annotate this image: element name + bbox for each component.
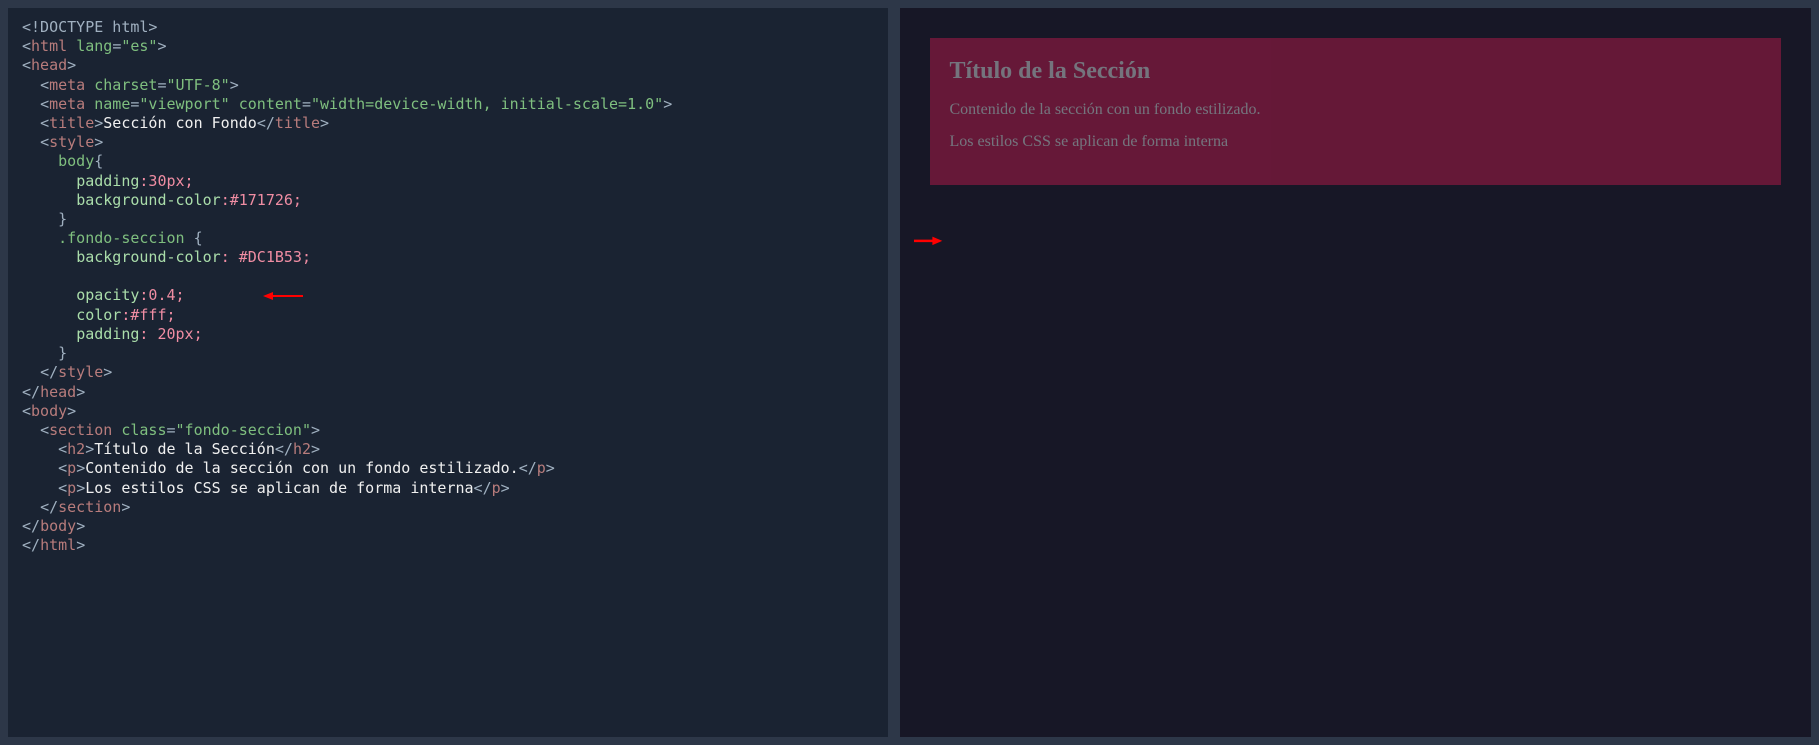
split-view: <!DOCTYPE html> <html lang="es"> <head> … [8,8,1811,737]
preview-paragraph: Los estilos CSS se aplican de forma inte… [950,133,1762,151]
annotation-arrow-icon [904,221,948,265]
code-line: <!DOCTYPE html> [22,18,157,36]
preview-heading: Título de la Sección [950,58,1762,85]
preview-section: Título de la Sección Contenido de la sec… [930,38,1782,185]
preview-paragraph: Contenido de la sección con un fondo est… [950,101,1762,119]
annotation-arrow-inline [191,267,303,305]
code-editor-panel[interactable]: <!DOCTYPE html> <html lang="es"> <head> … [8,8,888,737]
preview-panel: Título de la Sección Contenido de la sec… [900,8,1812,737]
